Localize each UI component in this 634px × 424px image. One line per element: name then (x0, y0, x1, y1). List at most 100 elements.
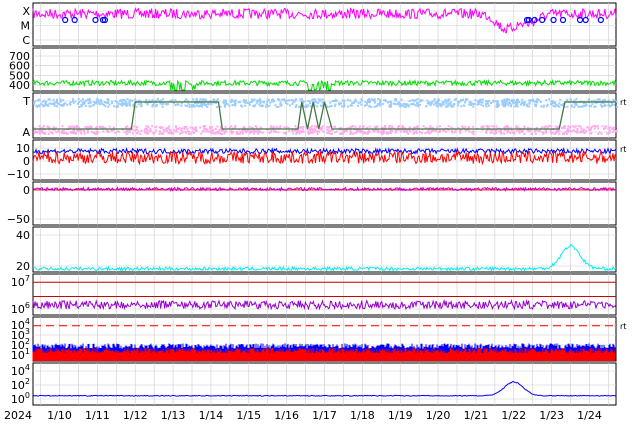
sector-point (283, 126, 286, 129)
sector-point (86, 126, 89, 129)
sector-point (259, 104, 262, 107)
sector-point (613, 129, 616, 132)
sector-point (292, 132, 295, 135)
sector-point (366, 132, 369, 135)
sector-point (233, 103, 236, 106)
sector-point (253, 105, 256, 108)
sector-point (259, 130, 262, 133)
sector-point (365, 103, 368, 106)
sector-point (147, 126, 150, 129)
sector-point (284, 132, 287, 135)
sector-point (35, 131, 38, 134)
sector-point (75, 125, 78, 128)
sector-point (231, 99, 234, 102)
sector-point (277, 98, 280, 101)
sector-point (377, 97, 380, 100)
sector-point (598, 98, 601, 101)
sector-point (162, 98, 165, 101)
sector-point (99, 125, 102, 128)
sector-point (565, 132, 568, 135)
x-tick-label: 1/24 (577, 409, 602, 422)
sector-point (165, 103, 168, 106)
sector-point (543, 126, 546, 129)
sector-point (340, 102, 343, 105)
x-axis-year: 2024 (4, 409, 32, 422)
y-tick-label: 0 (23, 155, 30, 168)
sector-point (347, 105, 350, 108)
sector-point (368, 129, 371, 132)
sector-point (147, 132, 150, 135)
sector-point (311, 131, 314, 134)
sector-point (234, 99, 237, 102)
sector-point (212, 98, 215, 101)
sector-point (210, 131, 213, 134)
sector-point (126, 98, 129, 101)
sector-point (558, 129, 561, 132)
sector-point (206, 106, 209, 109)
sector-point (532, 100, 535, 103)
sector-point (126, 102, 129, 105)
sector-point (288, 129, 291, 132)
sector-point (582, 129, 585, 132)
sector-point (202, 130, 205, 133)
sector-point (53, 104, 56, 107)
sector-point (74, 132, 77, 135)
sector-point (189, 132, 192, 135)
sector-point (202, 99, 205, 102)
sector-point (319, 104, 322, 107)
sector-point (507, 126, 510, 129)
sector-point (48, 102, 51, 105)
sector-point (400, 130, 403, 133)
sector-point (523, 101, 526, 104)
sector-point (505, 102, 508, 105)
sector-point (495, 105, 498, 108)
sector-point (611, 104, 614, 107)
panel-right-label: rt (620, 322, 626, 331)
sector-point (248, 130, 251, 133)
y-tick-label: 102 (11, 377, 30, 392)
x-tick-label: 1/13 (161, 409, 186, 422)
sector-point (77, 98, 80, 101)
sector-point (107, 105, 110, 108)
sector-point (166, 103, 169, 106)
sector-point (488, 99, 491, 102)
sector-point (485, 124, 488, 127)
sector-point (305, 104, 308, 107)
sector-point (346, 98, 349, 101)
sector-point (532, 98, 535, 101)
sector-point (156, 103, 159, 106)
sector-point (521, 101, 524, 104)
sector-point (228, 104, 231, 107)
sector-point (570, 105, 573, 108)
sector-point (294, 129, 297, 132)
sector-point (250, 131, 253, 134)
sector-point (271, 98, 274, 101)
sector-point (133, 129, 136, 132)
sector-point (115, 106, 118, 109)
sector-point (416, 98, 419, 101)
sector-point (111, 102, 114, 105)
sector-point (379, 98, 382, 101)
sector-point (195, 98, 198, 101)
y-tick-label: 107 (11, 274, 30, 289)
sector-point (300, 98, 303, 101)
sector-point (450, 126, 453, 129)
sector-point (352, 132, 355, 135)
sector-point (548, 125, 551, 128)
sector-point (156, 98, 159, 101)
sector-point (230, 130, 233, 133)
sector-point (591, 103, 594, 106)
sector-point (59, 100, 62, 103)
sector-point (521, 131, 524, 134)
sector-point (389, 132, 392, 135)
sector-point (528, 99, 531, 102)
sector-point (79, 129, 82, 132)
sector-point (38, 131, 41, 134)
sector-point (426, 99, 429, 102)
x-tick-label: 1/20 (426, 409, 451, 422)
sector-point (325, 128, 328, 131)
sector-point (376, 104, 379, 107)
sector-point (376, 125, 379, 128)
sector-point (204, 98, 207, 101)
sector-point (419, 100, 422, 103)
